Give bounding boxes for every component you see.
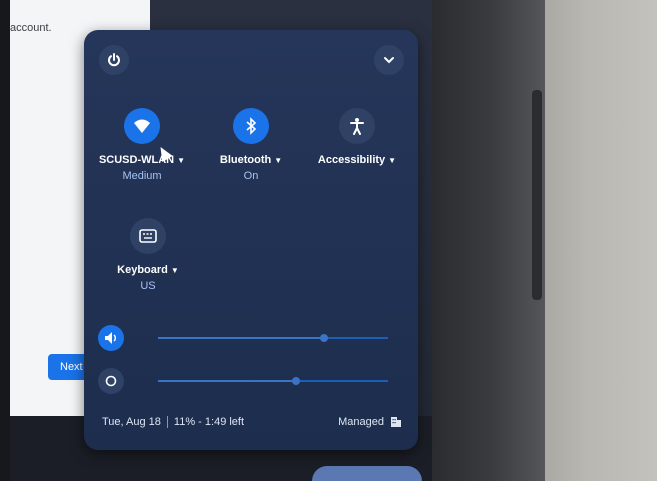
brightness-icon xyxy=(105,375,117,387)
power-button[interactable] xyxy=(99,45,129,75)
laptop-hinge xyxy=(532,90,542,300)
collapse-button[interactable] xyxy=(374,45,404,75)
power-icon xyxy=(108,53,120,67)
date-label[interactable]: Tue, Aug 18 xyxy=(102,416,161,428)
brightness-thumb[interactable] xyxy=(292,377,300,385)
brightness-slider-row xyxy=(98,368,398,394)
volume-slider-row xyxy=(98,325,398,351)
panel-footer: Tue, Aug 18 11% - 1:49 left Managed xyxy=(102,416,402,429)
keyboard-layout: US xyxy=(140,280,156,292)
speaker-icon xyxy=(105,332,116,344)
keyboard-tile[interactable]: Keyboard ▼ US xyxy=(98,218,198,292)
desk-surface xyxy=(540,0,657,481)
keyboard-label: Keyboard xyxy=(117,264,168,276)
building-icon xyxy=(391,417,401,427)
bluetooth-toggle[interactable] xyxy=(233,108,269,144)
brightness-fill xyxy=(158,380,296,382)
volume-slider[interactable] xyxy=(158,334,388,342)
caret-down-icon[interactable]: ▼ xyxy=(388,156,396,165)
managed-label: Managed xyxy=(338,416,384,428)
caret-down-icon[interactable]: ▼ xyxy=(177,156,185,165)
keyboard-icon xyxy=(139,229,157,243)
bluetooth-label: Bluetooth xyxy=(219,154,272,166)
volume-fill xyxy=(158,337,324,339)
wifi-icon xyxy=(134,119,150,133)
caret-down-icon[interactable]: ▼ xyxy=(171,266,179,275)
accessibility-icon xyxy=(350,118,364,135)
chevron-down-icon xyxy=(384,57,394,64)
brightness-slider[interactable] xyxy=(158,377,388,385)
wifi-toggle[interactable] xyxy=(124,108,160,144)
bluetooth-icon xyxy=(246,117,257,135)
bluetooth-tile[interactable]: Bluetooth ▼ On xyxy=(201,108,301,182)
laptop-lid-edge xyxy=(430,0,545,481)
accessibility-tile[interactable]: Accessibility ▼ xyxy=(307,108,407,166)
bluetooth-status: On xyxy=(243,170,259,182)
volume-toggle[interactable] xyxy=(98,325,124,351)
managed-indicator[interactable]: Managed xyxy=(338,416,402,428)
battery-status[interactable]: 11% - 1:49 left xyxy=(174,416,244,428)
caret-down-icon[interactable]: ▼ xyxy=(274,156,282,165)
divider xyxy=(166,416,168,429)
volume-thumb[interactable] xyxy=(319,334,328,342)
wifi-status: Medium xyxy=(122,170,162,182)
keyboard-toggle[interactable] xyxy=(130,218,166,254)
accessibility-label: Accessibility xyxy=(317,154,386,166)
wifi-tile[interactable]: SCUSD-WLAN ▼ Medium xyxy=(92,108,192,182)
accessibility-toggle[interactable] xyxy=(339,108,375,144)
quick-settings-panel: SCUSD-WLAN ▼ Medium Bluetooth ▼ On Accessi… xyxy=(84,30,418,450)
account-text: account. xyxy=(10,22,52,34)
status-tray[interactable] xyxy=(312,466,422,481)
brightness-toggle[interactable] xyxy=(98,368,124,394)
